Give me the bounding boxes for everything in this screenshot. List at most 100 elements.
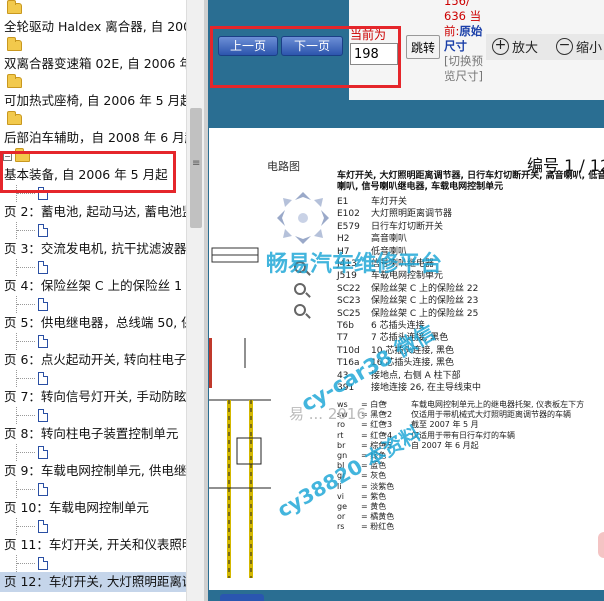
tree-item[interactable]: 页 5：供电继电器，总线端 50, 保险丝 (0, 313, 186, 333)
diagram-caption: 电路图 (267, 160, 300, 173)
tree-icon-row (0, 259, 186, 276)
tree-scrollbar[interactable]: ≡ (186, 0, 204, 601)
tree-icon-row (0, 37, 186, 54)
viewer-panel: 上一页 下一页 当前为 跳转 156/ 636 当 前:原始尺寸 [切换预览尺寸… (208, 0, 604, 601)
legend-desc: 保险丝架 C 上的保险丝 25 (371, 308, 479, 319)
zoom-out-button[interactable]: − 缩小 (556, 37, 602, 56)
zoom-in-button[interactable]: + 放大 (492, 37, 538, 56)
tree-item[interactable]: 页 7：转向信号灯开关, 手动防眩目 (0, 387, 186, 407)
folder-icon (7, 0, 22, 14)
note-row: gr = 灰色 (337, 471, 604, 481)
legend-row: SC25 保险丝架 C 上的保险丝 25 (337, 308, 604, 320)
tree-item[interactable]: 后部泊车辅助，自 2008 年 6 月起 (0, 128, 186, 148)
tree-item[interactable]: 页 10：车载电网控制单元 (0, 498, 186, 518)
tree-connector (16, 222, 38, 239)
legend-desc: 接地连接 26, 在主导线束中 (371, 383, 482, 394)
note-row: ws = 白色 * 车载电网控制单元上的继电器托架, 仪表板左下方 (337, 400, 604, 410)
relay-block-icon (211, 247, 259, 263)
legend-row: E579 日行车灯切断开关 (337, 221, 604, 233)
legend-row: SC22 保险丝架 C 上的保险丝 22 (337, 283, 604, 295)
document-icon (38, 483, 48, 496)
page-info-top: 156/ (444, 0, 470, 8)
diagram-header: 车灯开关, 大灯照明距离调节器, 日行车灯切断开关, 高音喇叭, 低音喇叭, 信… (337, 171, 604, 192)
tree-connector (16, 370, 38, 387)
nav-highlight-box (210, 26, 401, 88)
zoom-in-label: 放大 (512, 41, 539, 56)
tree-icon-row (0, 222, 186, 239)
legend-code: H2 (337, 234, 350, 245)
tree-item[interactable]: 页 6：点火起动开关, 转向柱电子装置 (0, 350, 186, 370)
document-icon (38, 224, 48, 237)
zoom-bar: + 放大 − 缩小 (486, 34, 604, 60)
document-icon (38, 557, 48, 570)
legend-code: SC23 (337, 296, 361, 307)
note-v: = 橘黄色 (361, 512, 395, 522)
tree-scrollbar-thumb[interactable]: ≡ (190, 108, 202, 228)
note-t: 仅适用于带机械式大灯照明距离调节器的车辆 (411, 410, 571, 420)
legend-desc: 大灯照明距离调节器 (371, 209, 453, 220)
tree-icon-row (0, 481, 186, 498)
zoom-tool-minus-icon[interactable] (294, 304, 306, 316)
note-s (383, 512, 411, 522)
legend-code: E102 (337, 209, 360, 220)
tree-item-selected[interactable]: 页 12：车灯开关, 大灯照明距离调节器 (0, 572, 186, 592)
tree-connector (16, 555, 38, 572)
legend-row: T6b 6 芯插头连接 (337, 320, 604, 332)
legend-code: SC25 (337, 308, 361, 319)
tree-item[interactable]: 页 9：车载电网控制单元, 供电继电器 (0, 461, 186, 481)
bottom-action-button[interactable] (220, 594, 264, 601)
folder-icon (7, 111, 22, 125)
note-k: rt (337, 430, 344, 440)
note-k: vi (337, 491, 344, 501)
note-t: 仅适用于带有日行车灯的车辆 (411, 430, 515, 440)
legend-desc: 接地点, 右侧 A 柱下部 (371, 370, 461, 381)
note-row: vi = 紫色 (337, 492, 604, 502)
tree-icon-row (0, 555, 186, 572)
toggle-preview-size-link[interactable]: [切换预览尺寸] (444, 54, 490, 84)
note-row: ro = 红色 *3 截至 2007 年 5 月 (337, 420, 604, 430)
collapse-toggle-icon[interactable]: − (3, 152, 12, 161)
document-icon (38, 409, 48, 422)
zoom-tool-plus-icon[interactable] (294, 283, 306, 295)
tree-item[interactable]: 全轮驱动 Haldex 离合器, 自 2006 年 5 月起 (0, 17, 186, 37)
pan-arrows-icon[interactable] (273, 188, 333, 248)
legend-desc: 保险丝架 C 上的保险丝 23 (371, 296, 479, 307)
tree-item[interactable]: 双离合器变速箱 02E, 自 2006 年 5 月起 (0, 54, 186, 74)
note-row: li = 淡紫色 (337, 482, 604, 492)
legend-code: E579 (337, 221, 360, 232)
note-t: 车载电网控制单元上的继电器托架, 仪表板左下方 (411, 400, 585, 409)
legend-desc: 车灯开关 (371, 197, 408, 207)
document-page: 电路图 编号 1 / 12 车灯开关, 大灯照明距离调节器, 日行车灯切断开关,… (209, 128, 604, 590)
tree-item[interactable]: 页 3：交流发电机, 抗干扰滤波器 (0, 239, 186, 259)
note-v: = 粉红色 (361, 522, 395, 532)
note-s (383, 482, 411, 492)
document-icon (38, 261, 48, 274)
tree-item[interactable]: 页 4：保险丝架 C 上的保险丝 1 (0, 276, 186, 296)
tree-connector (16, 444, 38, 461)
tree-connector (16, 259, 38, 276)
note-s (383, 502, 411, 512)
tree-icon-row (0, 333, 186, 350)
folder-icon (7, 37, 22, 51)
tree-connector (16, 185, 38, 202)
tree-item[interactable]: 页 8：转向柱电子装置控制单元 (0, 424, 186, 444)
note-row: rs = 粉红色 (337, 522, 604, 532)
tree-icon-row (0, 0, 186, 17)
app-window: 全轮驱动 Haldex 离合器, 自 2006 年 5 月起双离合器变速箱 02… (0, 0, 604, 601)
tree-item[interactable]: 基本装备, 自 2006 年 5 月起 (0, 165, 186, 185)
note-s: * (383, 400, 387, 409)
zoom-out-label: 缩小 (576, 41, 603, 56)
tree-icon-row (0, 111, 186, 128)
tree-item[interactable]: 页 2：蓄电池, 起动马达, 蓄电池监控 (0, 202, 186, 222)
note-v: = 黄色 (361, 502, 387, 512)
side-tab-handle[interactable] (598, 532, 604, 558)
legend-desc: 日行车灯切断开关 (371, 221, 444, 232)
page-info-count: 636 当 (444, 9, 482, 23)
note-k: or (337, 512, 346, 522)
note-t: 截至 2007 年 5 月 (411, 420, 479, 430)
jump-button[interactable]: 跳转 (406, 35, 440, 59)
tree-item[interactable]: 页 11：车灯开关, 开关和仪表照明 (0, 535, 186, 555)
tree-item[interactable]: 可加热式座椅, 自 2006 年 5 月起 (0, 91, 186, 111)
tree-icon-row: − (0, 148, 186, 165)
folder-open-icon (15, 148, 30, 162)
